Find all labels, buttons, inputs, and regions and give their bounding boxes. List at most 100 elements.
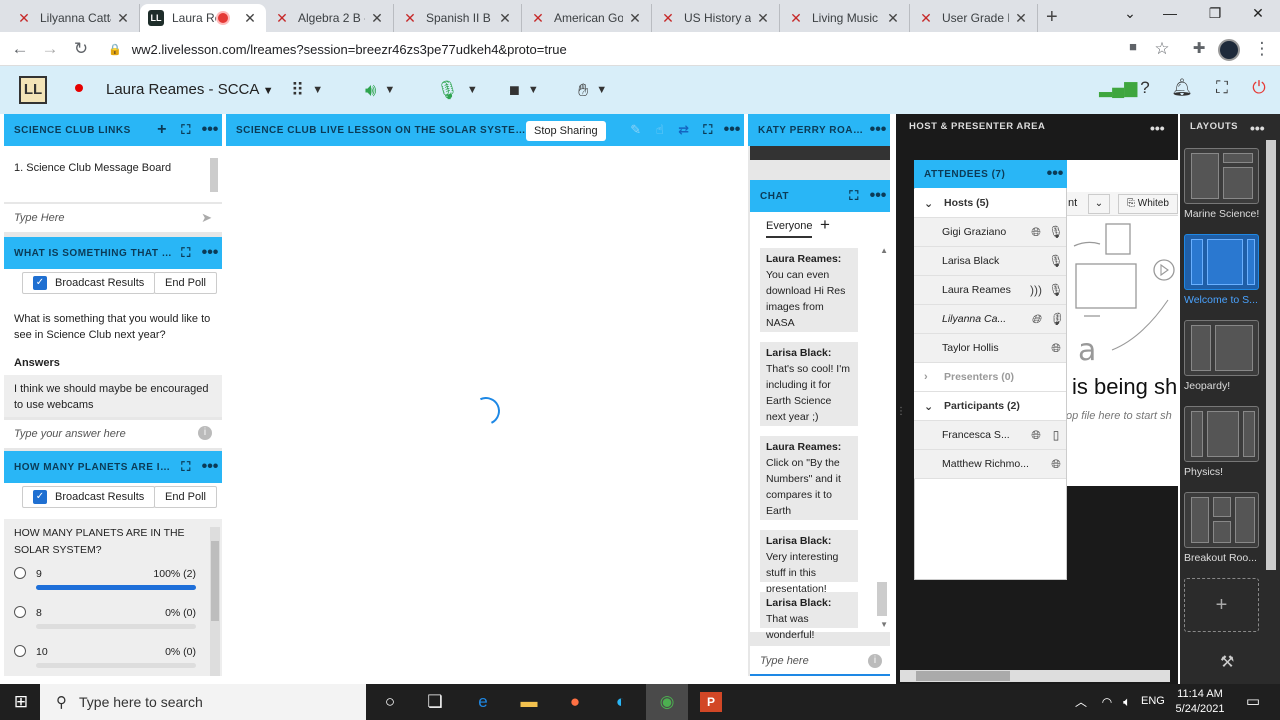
pen-tool-icon[interactable]: ✎ xyxy=(624,122,648,138)
attendee-row[interactable]: Laura Reames))) 🎙︎ xyxy=(914,276,1066,305)
layout-thumbnail[interactable] xyxy=(1184,492,1259,548)
horizontal-scrollbar[interactable] xyxy=(900,670,1170,682)
browser-tab[interactable]: ✕ Spanish II B - ✕ xyxy=(394,4,522,32)
layout-thumbnail[interactable] xyxy=(1184,148,1259,204)
add-chat-tab-icon[interactable]: + xyxy=(820,215,830,235)
browser-tab[interactable]: ✕ Living Music | ✕ xyxy=(780,4,910,32)
scroll-down-icon[interactable]: ▼ xyxy=(880,620,888,629)
volume-icon[interactable]: 🔈︎ xyxy=(1114,690,1140,714)
scrollbar[interactable] xyxy=(210,158,218,192)
attendee-row[interactable]: Larisa Black 🎙︎ xyxy=(914,247,1066,276)
layout-thumbnail[interactable] xyxy=(1184,406,1259,462)
attendee-row[interactable]: Matthew Richmo... 🌐︎ xyxy=(914,450,1066,479)
participants-group-header[interactable]: ⌄ Participants (2) xyxy=(914,392,1066,421)
scrollbar[interactable] xyxy=(210,527,220,676)
layout-label[interactable]: Physics! xyxy=(1184,466,1223,478)
swap-icon[interactable]: ⇄ xyxy=(672,122,696,138)
share-tab[interactable]: nt xyxy=(1068,197,1077,209)
fullscreen-icon[interactable]: ⛶ xyxy=(1211,78,1233,98)
powerpoint-icon[interactable]: P xyxy=(700,692,722,712)
maximize-pod-icon[interactable]: ⛶ xyxy=(174,459,198,475)
close-tab-icon[interactable]: ✕ xyxy=(627,10,643,27)
close-tab-icon[interactable]: ✕ xyxy=(497,10,513,27)
chevron-down-icon[interactable]: ⌄ xyxy=(1088,194,1110,214)
video-player[interactable] xyxy=(750,146,890,160)
browser-tab[interactable]: ✕ Lilyanna Catta ✕ xyxy=(8,4,140,32)
new-tab-icon[interactable]: + xyxy=(1046,6,1058,29)
layout-label[interactable]: Marine Science! xyxy=(1184,208,1259,220)
extensions-icon[interactable]: ✚ xyxy=(1188,39,1210,57)
help-icon[interactable]: ? xyxy=(1134,78,1156,98)
language-indicator[interactable]: ENG xyxy=(1141,695,1165,707)
file-explorer-icon[interactable]: ▬ xyxy=(516,690,542,714)
session-name-dropdown[interactable]: Laura Reames - SCCA ▼ xyxy=(106,81,274,98)
close-tab-icon[interactable]: ✕ xyxy=(369,10,385,27)
maximize-pod-icon[interactable]: ⛶ xyxy=(696,122,720,138)
camera-control[interactable]: ■ ▼ xyxy=(509,78,539,102)
scrollbar-thumb[interactable] xyxy=(916,671,1010,681)
minimize-icon[interactable]: — xyxy=(1158,5,1182,21)
more-options-icon[interactable]: ••• xyxy=(1150,120,1165,136)
attendee-row[interactable]: Taylor Hollis 🌐︎ xyxy=(914,334,1066,363)
taskbar-search-box[interactable]: ⚲ Type here to search xyxy=(40,684,366,720)
presenters-group-header[interactable]: › Presenters (0) xyxy=(914,363,1066,392)
layout-thumbnail-selected[interactable] xyxy=(1184,234,1259,290)
maximize-pod-icon[interactable]: ⛶ xyxy=(174,122,198,138)
internet-explorer-icon[interactable]: e xyxy=(470,690,496,714)
broadcast-results-toggle[interactable]: ✓ Broadcast Results xyxy=(22,271,156,295)
whiteboard-tab[interactable]: ⎘ Whiteb xyxy=(1118,194,1178,214)
bookmark-star-icon[interactable]: ☆ xyxy=(1151,39,1173,59)
more-options-icon[interactable]: ••• xyxy=(198,121,222,139)
more-options-icon[interactable]: ••• xyxy=(720,121,744,139)
cortana-icon[interactable]: ○ xyxy=(377,690,403,714)
maximize-pod-icon[interactable]: ⛶ xyxy=(174,245,198,261)
restore-icon[interactable]: ❐ xyxy=(1203,5,1227,22)
info-icon[interactable]: i xyxy=(868,654,882,668)
add-layout-button[interactable]: + xyxy=(1184,578,1259,632)
attendee-row[interactable]: Gigi Graziano 🌐︎ 🎙︎ xyxy=(914,218,1066,247)
link-item[interactable]: 1. Science Club Message Board xyxy=(14,162,171,174)
close-window-icon[interactable]: ✕ xyxy=(1246,5,1270,22)
profile-avatar[interactable] xyxy=(1218,39,1240,61)
clock[interactable]: 11:14 AM 5/24/2021 xyxy=(1170,687,1230,717)
back-icon[interactable]: ← xyxy=(9,39,31,59)
reload-icon[interactable]: ↻ xyxy=(70,39,92,59)
scrollbar-thumb[interactable] xyxy=(877,582,887,616)
end-poll-button[interactable]: End Poll xyxy=(154,272,217,294)
more-options-icon[interactable]: ••• xyxy=(1250,120,1265,136)
maximize-pod-icon[interactable]: ⛶ xyxy=(842,188,866,204)
end-poll-button[interactable]: End Poll xyxy=(154,486,217,508)
power-exit-icon[interactable]: ⏻ xyxy=(1248,78,1270,98)
forward-icon[interactable]: → xyxy=(39,39,61,59)
layout-thumbnail[interactable] xyxy=(1184,320,1259,376)
layout-label[interactable]: Welcome to S... xyxy=(1184,294,1258,306)
layout-label[interactable]: Breakout Roo... xyxy=(1184,552,1257,564)
tab-search-icon[interactable]: ⌄ xyxy=(1118,5,1142,22)
close-tab-icon[interactable]: ✕ xyxy=(242,10,258,27)
poll-answer-input[interactable]: Type your answer here xyxy=(14,428,126,440)
camera-permission-icon[interactable]: ■ xyxy=(1122,39,1144,54)
broadcast-results-toggle[interactable]: ✓ Broadcast Results xyxy=(22,485,156,509)
scrollbar[interactable] xyxy=(1266,140,1276,570)
more-options-icon[interactable]: ••• xyxy=(198,244,222,262)
more-options-icon[interactable]: ••• xyxy=(866,121,890,139)
hosts-group-header[interactable]: ⌄ Hosts (5) xyxy=(914,189,1066,218)
poll-option-radio-icon[interactable] xyxy=(14,567,26,579)
close-tab-icon[interactable]: ✕ xyxy=(885,10,901,27)
link-input[interactable]: Type Here xyxy=(14,212,65,224)
checkbox-checked-icon[interactable]: ✓ xyxy=(33,276,47,290)
info-icon[interactable]: i xyxy=(198,426,212,440)
attendee-row[interactable]: Lilyanna Ca... 🌐︎ 🎙︎ xyxy=(914,305,1066,334)
notifications-icon[interactable]: ▭ xyxy=(1240,690,1266,714)
windows-start-icon[interactable]: ⊞ xyxy=(8,690,34,714)
scroll-up-icon[interactable]: ▲ xyxy=(880,246,888,255)
browser-tab[interactable]: ✕ User Grade B ✕ xyxy=(910,4,1038,32)
chrome-icon[interactable]: ◉ xyxy=(646,684,688,720)
raise-hand-control[interactable]: ✋︎ ▼ xyxy=(578,78,607,102)
more-options-icon[interactable]: ••• xyxy=(866,187,890,205)
browser-menu-icon[interactable]: ⋮ xyxy=(1251,39,1273,59)
more-options-icon[interactable]: ••• xyxy=(198,458,222,476)
browser-tab-active[interactable]: LL Laura Rea ✕ xyxy=(140,4,266,32)
more-options-icon[interactable]: ••• xyxy=(1043,165,1067,183)
scrollbar-thumb[interactable] xyxy=(211,541,219,621)
